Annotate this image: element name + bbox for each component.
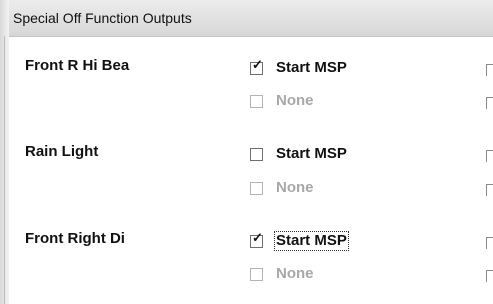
- checkbox-box[interactable]: ✓: [250, 231, 263, 248]
- outputs-panel: Front R Hi Bea ✓ Start MSP None Rain Lig…: [9, 37, 493, 304]
- checkmark-icon: ✓: [252, 229, 263, 245]
- partial-checkbox-right[interactable]: [486, 184, 493, 196]
- window-title: Special Off Function Outputs: [13, 10, 192, 26]
- checkbox-box: [250, 94, 263, 108]
- start-msp-checkbox-row-1[interactable]: Start MSP: [250, 144, 348, 164]
- start-msp-checkbox-row-0[interactable]: ✓ Start MSP: [250, 58, 348, 78]
- partial-checkbox-right[interactable]: [486, 97, 493, 109]
- checkmark-icon: ✓: [252, 56, 263, 72]
- checkbox-label: None: [276, 179, 314, 196]
- checkbox-box[interactable]: [250, 147, 263, 161]
- title-bar: Special Off Function Outputs: [9, 0, 493, 37]
- partial-checkbox-right[interactable]: [486, 270, 493, 282]
- checkbox-box: [250, 267, 263, 281]
- row-label-front-right-di: Front Right Di: [25, 230, 125, 247]
- partial-checkbox-right[interactable]: [486, 64, 493, 76]
- partial-checkbox-right[interactable]: [486, 150, 493, 162]
- window-left-edge: [0, 0, 9, 304]
- none-checkbox-row-2: None: [250, 264, 315, 284]
- partial-checkbox-right[interactable]: [486, 237, 493, 249]
- checkbox-label: None: [276, 92, 314, 109]
- checkbox-label: Start MSP: [276, 145, 347, 162]
- none-checkbox-row-0: None: [250, 91, 315, 111]
- checkbox-label: Start MSP: [274, 231, 349, 251]
- checkbox-box[interactable]: ✓: [250, 58, 263, 75]
- start-msp-checkbox-row-2[interactable]: ✓ Start MSP: [250, 231, 349, 251]
- none-checkbox-row-1: None: [250, 178, 315, 198]
- checkbox-box: [250, 181, 263, 195]
- row-label-rain-light: Rain Light: [25, 143, 99, 160]
- row-label-front-r-hi-bea: Front R Hi Bea: [25, 57, 130, 74]
- checkbox-label: None: [276, 265, 314, 282]
- checkbox-label: Start MSP: [276, 59, 347, 76]
